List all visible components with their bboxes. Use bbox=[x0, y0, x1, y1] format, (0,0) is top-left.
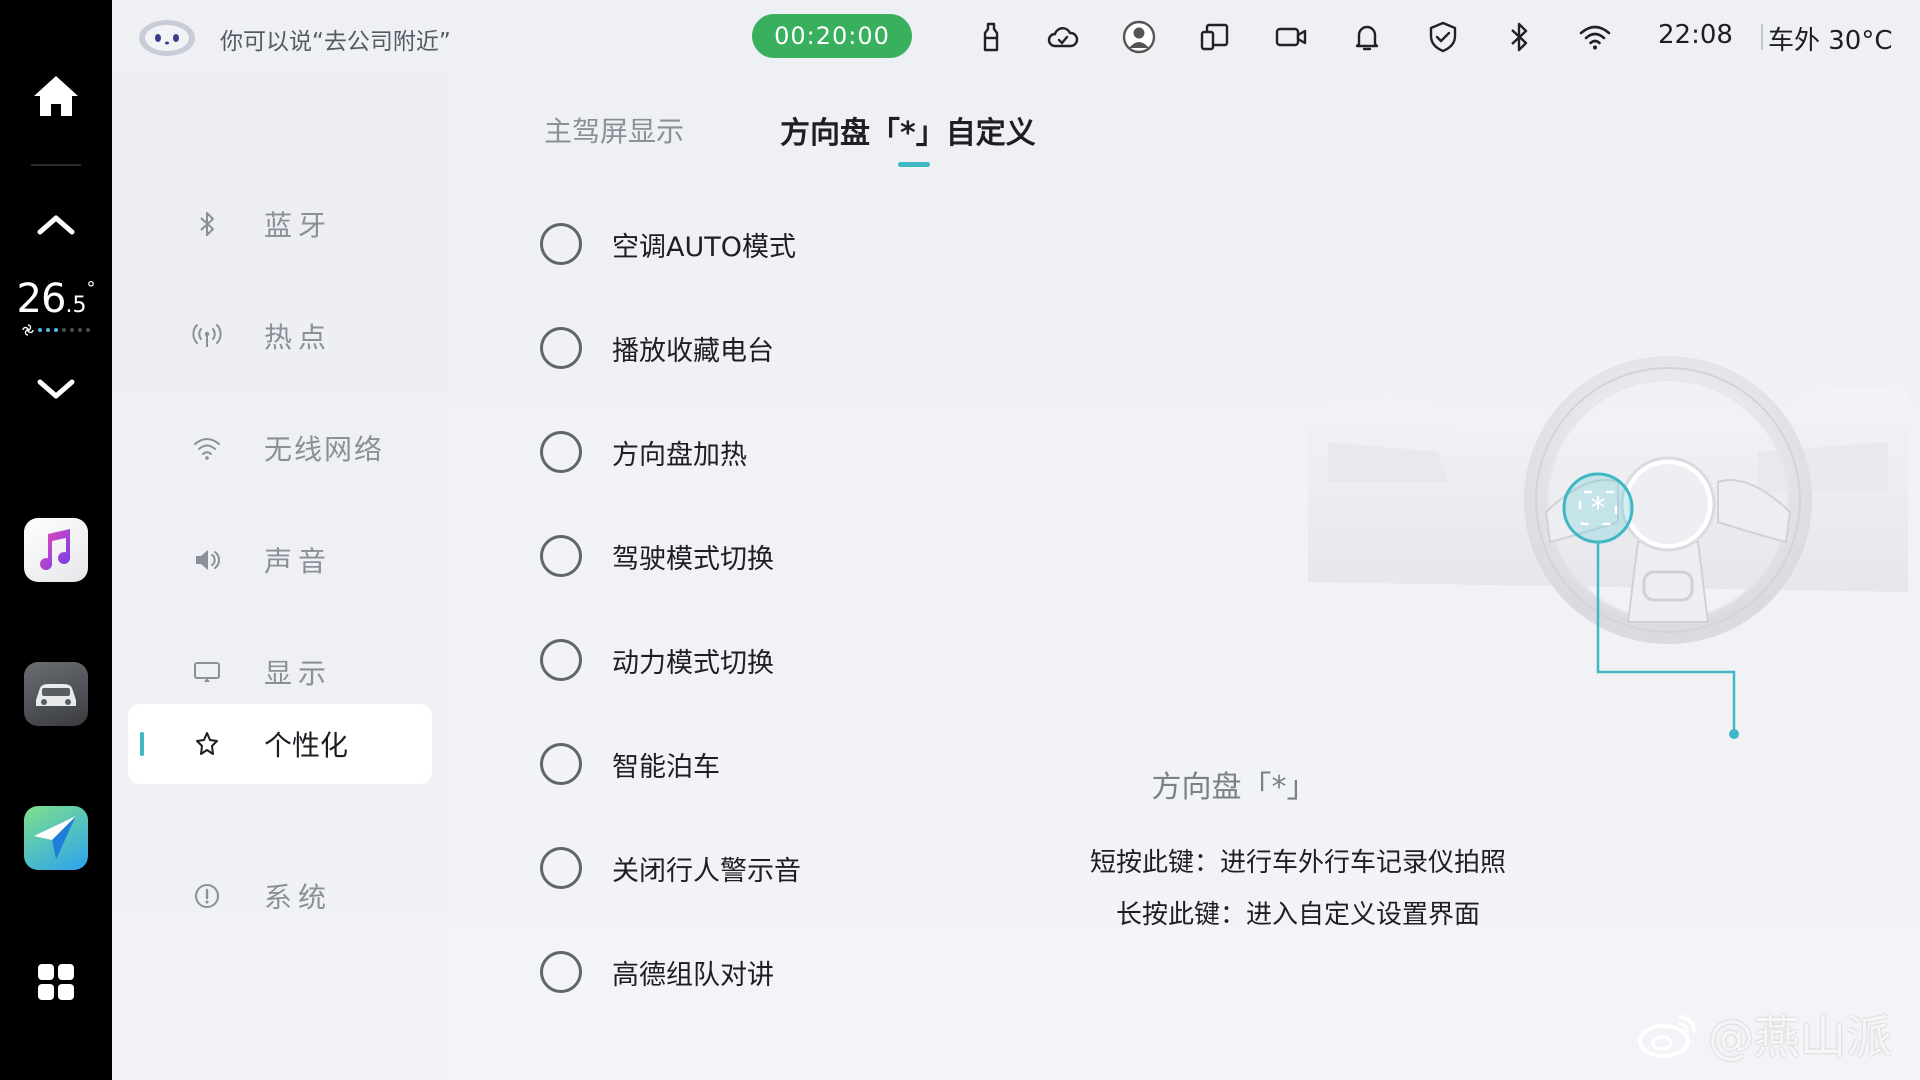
sidebar-item-wifi[interactable]: 无线网络 bbox=[128, 408, 432, 488]
bell-icon[interactable] bbox=[1350, 20, 1384, 54]
temperature-decimal: .5 bbox=[65, 293, 87, 318]
navigation-app-icon[interactable] bbox=[24, 806, 88, 870]
camera-icon[interactable] bbox=[1274, 20, 1308, 54]
speaker-icon bbox=[196, 550, 220, 570]
radio-button[interactable] bbox=[540, 223, 582, 265]
option-item[interactable]: 播放收藏电台 bbox=[540, 318, 1040, 378]
cloud-icon[interactable] bbox=[1046, 20, 1080, 54]
radio-button[interactable] bbox=[540, 535, 582, 577]
sidebar-item-system[interactable]: 系统 bbox=[128, 856, 432, 936]
tab-steering-wheel-custom[interactable]: 方向盘「*」自定义 bbox=[780, 108, 1036, 152]
option-label: 方向盘加热 bbox=[612, 439, 747, 471]
fan-level-dot bbox=[38, 328, 42, 332]
long-press-description: 长按此键：进入自定义设置界面 bbox=[1115, 900, 1480, 930]
short-press-description: 短按此键：进行车外行车记录仪拍照 bbox=[1089, 848, 1506, 878]
chevron-up-icon[interactable] bbox=[36, 212, 76, 236]
sidebar-item-bluetooth[interactable]: 蓝牙 bbox=[128, 184, 432, 264]
radio-button[interactable] bbox=[540, 951, 582, 993]
option-label: 高德组队对讲 bbox=[612, 959, 774, 991]
apps-grid-icon[interactable] bbox=[36, 962, 76, 1002]
radio-button[interactable] bbox=[540, 847, 582, 889]
hotspot-icon bbox=[192, 324, 222, 347]
watermark: @燕山派 bbox=[1636, 1002, 1906, 1066]
climate-temperature[interactable]: 26.5° bbox=[16, 276, 96, 336]
car-app-icon[interactable] bbox=[24, 662, 88, 726]
fan-level-dot bbox=[54, 328, 58, 332]
fan-level bbox=[16, 324, 96, 336]
watermark-text: @燕山派 bbox=[1708, 1010, 1892, 1064]
status-divider bbox=[1761, 24, 1763, 50]
fan-level-dot bbox=[78, 328, 82, 332]
sidebar-item-hotspot[interactable]: 热点 bbox=[128, 296, 432, 376]
devices-icon[interactable] bbox=[1198, 20, 1232, 54]
sidebar-item-personalize[interactable]: 个性化 bbox=[128, 704, 432, 784]
timer-badge[interactable]: 00:20:00 bbox=[752, 14, 912, 58]
sidebar-item-label: 个性化 bbox=[264, 729, 349, 762]
voice-hint-text: 你可以说“去公司附近” bbox=[220, 29, 451, 55]
clock: 22:08 bbox=[1658, 20, 1733, 50]
bluetooth-icon bbox=[200, 212, 214, 236]
shield-icon[interactable] bbox=[1426, 20, 1460, 54]
radio-button[interactable] bbox=[540, 639, 582, 681]
fan-level-dot bbox=[62, 328, 66, 332]
bottle-icon[interactable] bbox=[974, 20, 1008, 54]
sidebar-item-label: 显示 bbox=[264, 657, 333, 690]
illustration-caption: 方向盘「*」 bbox=[1151, 770, 1317, 805]
radio-button[interactable] bbox=[540, 743, 582, 785]
option-item[interactable]: 方向盘加热 bbox=[540, 422, 1040, 482]
temperature-integer: 26 bbox=[16, 276, 67, 322]
main-content: 主驾屏显示 方向盘「*」自定义 空调AUTO模式 播放收藏电台 方向盘加热 驾驶… bbox=[448, 72, 1920, 1080]
bluetooth-icon[interactable] bbox=[1502, 20, 1536, 54]
sidebar-item-label: 声音 bbox=[264, 545, 333, 578]
dock-divider bbox=[31, 164, 81, 166]
chevron-down-icon[interactable] bbox=[36, 378, 76, 402]
option-label: 播放收藏电台 bbox=[612, 335, 774, 367]
fan-level-dot bbox=[46, 328, 50, 332]
option-item[interactable]: 动力模式切换 bbox=[540, 630, 1040, 690]
active-indicator bbox=[140, 732, 144, 756]
temperature-degree: ° bbox=[86, 278, 96, 299]
tab-underline bbox=[898, 162, 930, 167]
fan-level-dot bbox=[86, 328, 90, 332]
personalize-icon bbox=[196, 732, 218, 755]
option-item[interactable]: 高德组队对讲 bbox=[540, 942, 1040, 1002]
wifi-icon[interactable] bbox=[1578, 20, 1612, 54]
svg-text:*: * bbox=[1591, 491, 1606, 526]
system-icon bbox=[195, 884, 219, 908]
wifi-icon bbox=[194, 438, 220, 460]
voice-assistant-icon[interactable] bbox=[136, 12, 198, 60]
home-icon[interactable] bbox=[30, 70, 82, 122]
settings-sidebar: 蓝牙 热点 无线网络 声音 显示 个性化 系统 bbox=[112, 72, 448, 1080]
weibo-logo-icon bbox=[1638, 1015, 1696, 1058]
option-label: 空调AUTO模式 bbox=[612, 231, 796, 263]
fan-icon bbox=[22, 324, 34, 336]
sidebar-item-label: 系统 bbox=[264, 881, 333, 914]
option-item[interactable]: 驾驶模式切换 bbox=[540, 526, 1040, 586]
option-item[interactable]: 空调AUTO模式 bbox=[540, 214, 1040, 274]
left-dock: 26.5° bbox=[0, 0, 112, 1080]
sidebar-item-display[interactable]: 显示 bbox=[128, 632, 432, 712]
option-label: 智能泊车 bbox=[612, 751, 720, 783]
radio-button[interactable] bbox=[540, 327, 582, 369]
sidebar-item-label: 热点 bbox=[264, 321, 333, 354]
option-item[interactable]: 关闭行人警示音 bbox=[540, 838, 1040, 898]
steering-wheel-illustration: * bbox=[1308, 356, 1908, 739]
option-item[interactable]: 智能泊车 bbox=[540, 734, 1040, 794]
sidebar-item-label: 蓝牙 bbox=[264, 209, 333, 242]
option-label: 动力模式切换 bbox=[612, 647, 774, 679]
fan-level-dot bbox=[70, 328, 74, 332]
user-icon[interactable] bbox=[1122, 20, 1156, 54]
status-bar: 你可以说“去公司附近” 00:20:00 22:08 车外 30°C bbox=[112, 0, 1920, 72]
option-label: 驾驶模式切换 bbox=[612, 543, 774, 575]
display-icon bbox=[194, 662, 220, 682]
music-app-icon[interactable] bbox=[24, 518, 88, 582]
sidebar-item-sound[interactable]: 声音 bbox=[128, 520, 432, 600]
sidebar-item-label: 无线网络 bbox=[264, 433, 385, 466]
radio-button[interactable] bbox=[540, 431, 582, 473]
tab-driver-display[interactable]: 主驾屏显示 bbox=[544, 110, 684, 150]
outside-temperature: 车外 30°C bbox=[1768, 26, 1893, 56]
option-label: 关闭行人警示音 bbox=[612, 855, 801, 887]
